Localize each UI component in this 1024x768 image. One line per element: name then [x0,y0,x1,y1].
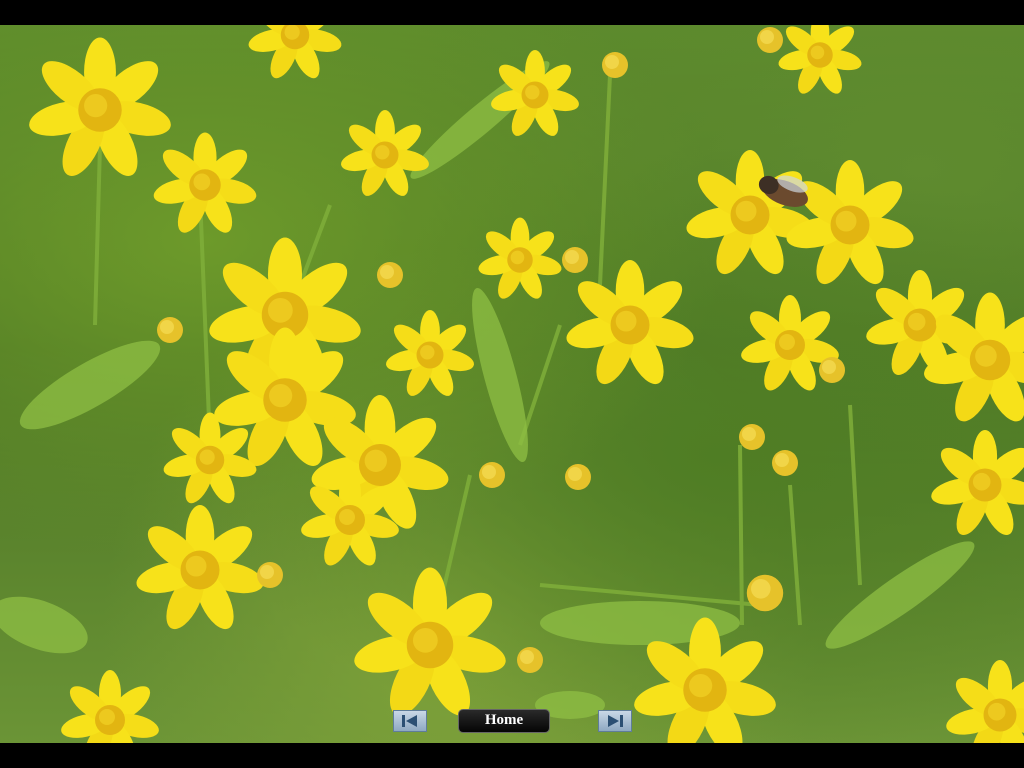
previous-button[interactable] [393,710,427,732]
viewer-controls: Home [0,708,1024,736]
skip-previous-icon [402,715,417,727]
photo-viewer: Home [0,0,1024,768]
next-button[interactable] [598,710,632,732]
home-button[interactable]: Home [458,709,550,733]
photo [0,25,1024,743]
skip-next-icon [608,715,623,727]
flower-photo-illustration [0,25,1024,743]
